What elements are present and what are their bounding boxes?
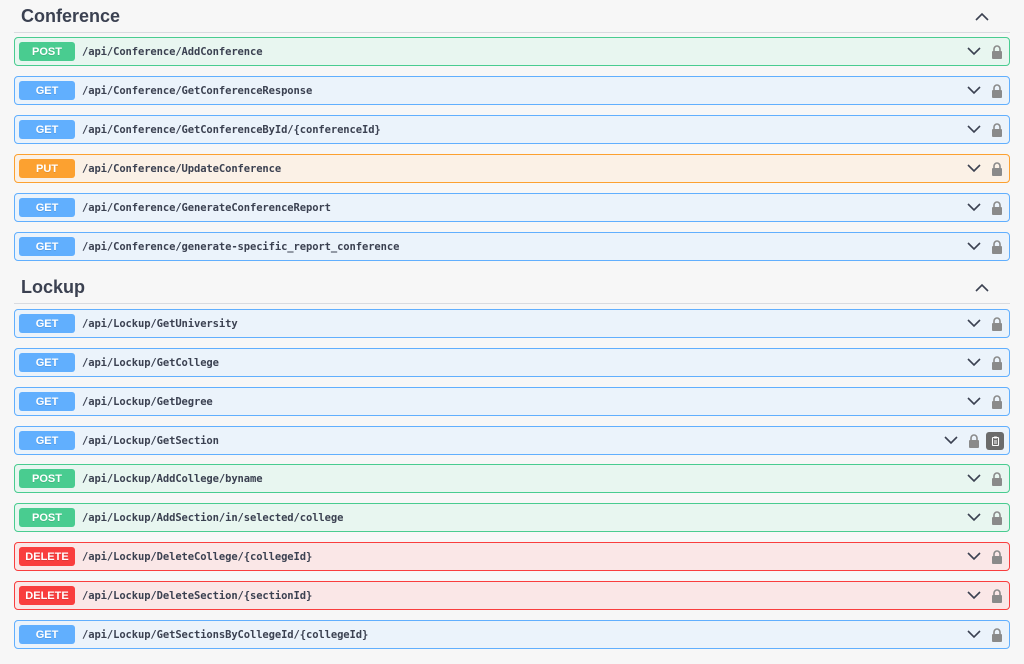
- operation-controls: [965, 38, 1004, 65]
- operation-row[interactable]: GET /api/Conference/generate-specific_re…: [14, 232, 1010, 261]
- operation-controls: [965, 155, 1004, 182]
- operation-path: /api/Conference/generate-specific_report…: [82, 240, 400, 253]
- operation-row[interactable]: GET /api/Lockup/GetDegree: [14, 387, 1010, 416]
- method-badge: GET: [19, 314, 75, 333]
- method-badge: GET: [19, 81, 75, 100]
- method-badge: GET: [19, 353, 75, 372]
- operation-controls: [942, 427, 1004, 454]
- method-badge: DELETE: [19, 547, 75, 566]
- operation-path: /api/Lockup/GetSection: [82, 434, 219, 447]
- method-badge: POST: [19, 508, 75, 527]
- lock-icon[interactable]: [967, 433, 981, 449]
- operation-row[interactable]: DELETE /api/Lockup/DeleteSection/{sectio…: [14, 581, 1010, 610]
- operation-row[interactable]: GET /api/Lockup/GetSection: [14, 426, 1010, 455]
- operation-controls: [965, 621, 1004, 648]
- chevron-down-icon[interactable]: [965, 626, 983, 644]
- method-badge: GET: [19, 431, 75, 450]
- lock-icon[interactable]: [990, 394, 1004, 410]
- lock-icon[interactable]: [990, 44, 1004, 60]
- chevron-down-icon[interactable]: [965, 160, 983, 178]
- chevron-down-icon[interactable]: [942, 432, 960, 450]
- operation-row[interactable]: POST /api/Conference/AddConference: [14, 37, 1010, 66]
- chevron-down-icon[interactable]: [965, 121, 983, 139]
- operation-row[interactable]: GET /api/Conference/GetConferenceRespons…: [14, 76, 1010, 105]
- operation-row[interactable]: PUT /api/Conference/UpdateConference: [14, 154, 1010, 183]
- operation-controls: [965, 310, 1004, 337]
- method-badge: GET: [19, 120, 75, 139]
- operation-path: /api/Lockup/GetUniversity: [82, 317, 238, 330]
- operation-row[interactable]: GET /api/Lockup/GetCollege: [14, 348, 1010, 377]
- lock-icon[interactable]: [990, 549, 1004, 565]
- method-badge: GET: [19, 625, 75, 644]
- chevron-down-icon[interactable]: [965, 43, 983, 61]
- chevron-down-icon[interactable]: [965, 315, 983, 333]
- operation-controls: [965, 116, 1004, 143]
- lock-icon[interactable]: [990, 588, 1004, 604]
- operation-row[interactable]: GET /api/Conference/GetConferenceById/{c…: [14, 115, 1010, 144]
- lock-icon[interactable]: [990, 83, 1004, 99]
- chevron-down-icon[interactable]: [965, 199, 983, 217]
- operation-path: /api/Conference/GenerateConferenceReport: [82, 201, 331, 214]
- operation-row[interactable]: GET /api/Conference/GenerateConferenceRe…: [14, 193, 1010, 222]
- section-title: Conference: [21, 5, 121, 26]
- operation-row[interactable]: GET /api/Lockup/GetUniversity: [14, 309, 1010, 338]
- chevron-down-icon[interactable]: [965, 587, 983, 605]
- operation-path: /api/Conference/UpdateConference: [82, 162, 282, 175]
- section-title: Lockup: [21, 276, 86, 297]
- lock-icon[interactable]: [990, 161, 1004, 177]
- chevron-down-icon[interactable]: [965, 238, 983, 256]
- section-header-conference[interactable]: Conference: [14, 0, 1010, 33]
- operation-row[interactable]: GET /api/Lockup/GetSectionsByCollegeId/{…: [14, 620, 1010, 649]
- lock-icon[interactable]: [990, 200, 1004, 216]
- chevron-down-icon[interactable]: [965, 548, 983, 566]
- operation-controls: [965, 388, 1004, 415]
- chevron-down-icon[interactable]: [965, 354, 983, 372]
- method-badge: GET: [19, 392, 75, 411]
- operation-row[interactable]: POST /api/Lockup/AddSection/in/selected/…: [14, 503, 1010, 532]
- lock-icon[interactable]: [990, 471, 1004, 487]
- operation-path: /api/Lockup/AddCollege/byname: [82, 472, 263, 485]
- method-badge: PUT: [19, 159, 75, 178]
- method-badge: GET: [19, 198, 75, 217]
- operation-controls: [965, 349, 1004, 376]
- method-badge: POST: [19, 469, 75, 488]
- operation-controls: [965, 543, 1004, 570]
- chevron-down-icon[interactable]: [965, 82, 983, 100]
- operation-path: /api/Lockup/DeleteCollege/{collegeId}: [82, 550, 313, 563]
- chevron-down-icon[interactable]: [965, 470, 983, 488]
- lock-icon[interactable]: [990, 355, 1004, 371]
- operation-controls: [965, 465, 1004, 492]
- operation-path: /api/Lockup/AddSection/in/selected/colle…: [82, 511, 344, 524]
- operation-path: /api/Lockup/GetCollege: [82, 356, 219, 369]
- operation-row[interactable]: DELETE /api/Lockup/DeleteCollege/{colleg…: [14, 542, 1010, 571]
- lock-icon[interactable]: [990, 316, 1004, 332]
- operation-controls: [965, 233, 1004, 260]
- operation-controls: [965, 77, 1004, 104]
- operation-path: /api/Lockup/DeleteSection/{sectionId}: [82, 589, 313, 602]
- method-badge: DELETE: [19, 586, 75, 605]
- lock-icon[interactable]: [990, 239, 1004, 255]
- operation-controls: [965, 582, 1004, 609]
- chevron-up-icon[interactable]: [972, 6, 992, 26]
- operation-path: /api/Conference/AddConference: [82, 45, 263, 58]
- chevron-up-icon[interactable]: [972, 277, 992, 297]
- method-badge: POST: [19, 42, 75, 61]
- operation-row[interactable]: POST /api/Lockup/AddCollege/byname: [14, 464, 1010, 493]
- lock-icon[interactable]: [990, 627, 1004, 643]
- lock-icon[interactable]: [990, 510, 1004, 526]
- section-header-lockup[interactable]: Lockup: [14, 271, 1010, 304]
- method-badge: GET: [19, 237, 75, 256]
- operation-path: /api/Lockup/GetSectionsByCollegeId/{coll…: [82, 628, 369, 641]
- chevron-down-icon[interactable]: [965, 393, 983, 411]
- chevron-down-icon[interactable]: [965, 509, 983, 527]
- copy-to-clipboard-icon[interactable]: [986, 431, 1004, 450]
- operation-controls: [965, 504, 1004, 531]
- operation-controls: [965, 194, 1004, 221]
- lock-icon[interactable]: [990, 122, 1004, 138]
- operation-path: /api/Lockup/GetDegree: [82, 395, 213, 408]
- operation-path: /api/Conference/GetConferenceById/{confe…: [82, 123, 381, 136]
- operation-path: /api/Conference/GetConferenceResponse: [82, 84, 313, 97]
